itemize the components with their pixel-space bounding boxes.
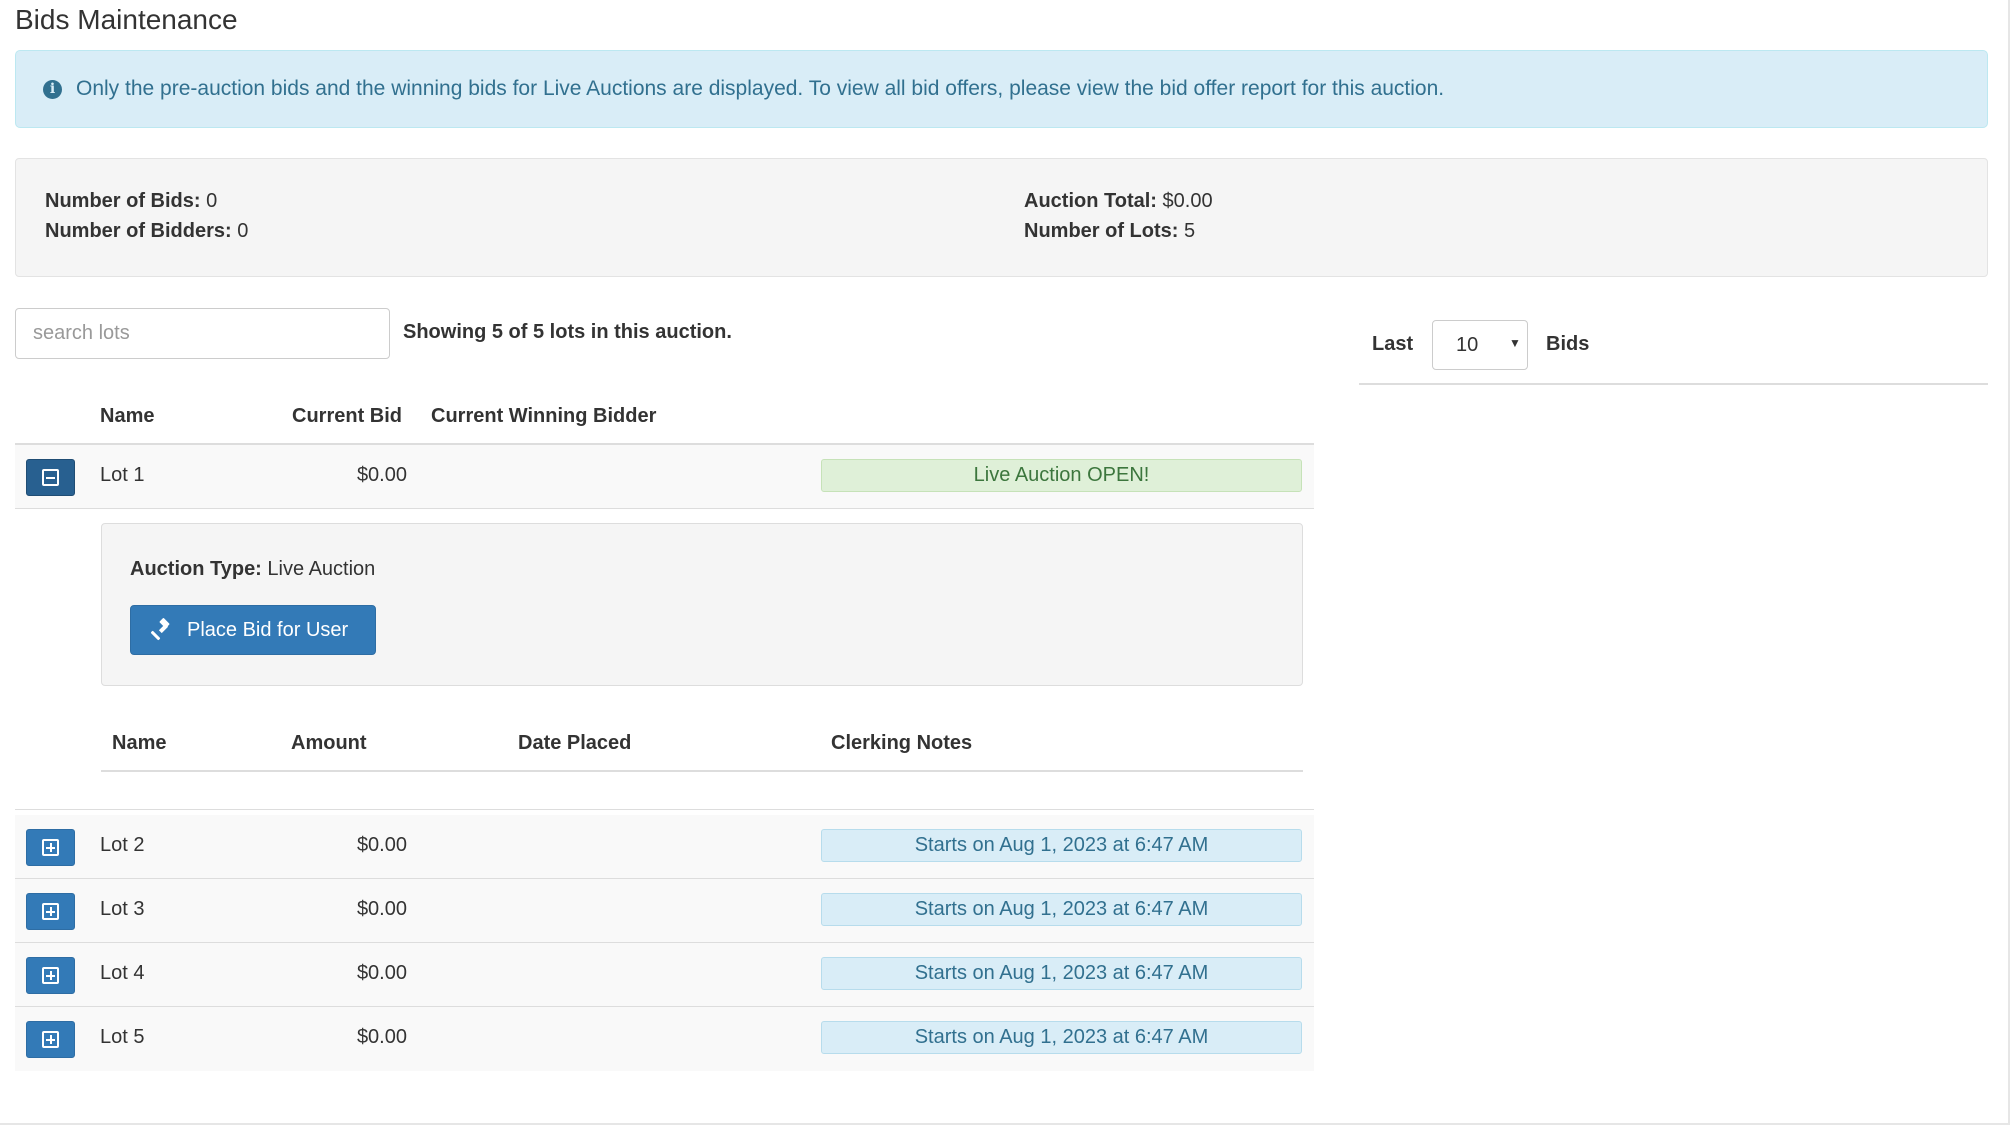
- col-header-current-bid[interactable]: Current Bid: [292, 405, 402, 428]
- lot-name: Lot 1: [100, 464, 145, 486]
- expand-lot-button[interactable]: [26, 1021, 75, 1058]
- col-header-name[interactable]: Name: [100, 405, 154, 428]
- bids-label: Bids: [1546, 333, 1590, 355]
- table-row: Lot 1 $0.00 Live Auction OPEN!: [15, 445, 1314, 509]
- table-row: Lot 3 $0.00 Starts on Aug 1, 2023 at 6:4…: [15, 879, 1314, 943]
- last-bids-selected-value: 10: [1456, 334, 1479, 356]
- plus-square-icon: [42, 839, 59, 856]
- lot-name: Lot 5: [100, 1026, 145, 1048]
- expand-lot-button[interactable]: [26, 957, 75, 994]
- expand-lot-button[interactable]: [26, 893, 75, 930]
- lot-status-badge: Starts on Aug 1, 2023 at 6:47 AM: [821, 1021, 1302, 1054]
- auction-total-value: $0.00: [1162, 190, 1213, 212]
- table-row: Lot 2 $0.00 Starts on Aug 1, 2023 at 6:4…: [15, 815, 1314, 879]
- auction-stats-panel: Number of Bids: 0 Number of Bidders: 0 A…: [15, 158, 1988, 277]
- auction-type: Auction Type: Live Auction: [130, 558, 375, 581]
- lot-current-bid: $0.00: [356, 962, 407, 984]
- collapse-lot-button[interactable]: [26, 459, 75, 496]
- search-lots-input[interactable]: [15, 308, 390, 359]
- caret-down-icon: ▼: [1509, 336, 1521, 350]
- lot-status-badge: Starts on Aug 1, 2023 at 6:47 AM: [821, 829, 1302, 862]
- lot-current-bid: $0.00: [356, 1026, 407, 1048]
- bids-col-header-clerking-notes[interactable]: Clerking Notes: [831, 732, 972, 755]
- lot-name: Lot 2: [100, 834, 145, 856]
- lot-detail-panel: Auction Type: Live Auction Place Bid for…: [101, 523, 1303, 686]
- info-alert-text: Only the pre-auction bids and the winnin…: [76, 77, 1445, 100]
- number-of-bidders-value: 0: [237, 220, 249, 242]
- info-circle-icon: i: [43, 79, 62, 99]
- lot-current-bid: $0.00: [356, 464, 407, 486]
- expand-lot-button[interactable]: [26, 829, 75, 866]
- auction-total: Auction Total: $0.00: [1024, 190, 1213, 213]
- plus-square-icon: [42, 967, 59, 984]
- plus-square-icon: [42, 1031, 59, 1048]
- number-of-bids-value: 0: [206, 190, 218, 212]
- table-row: Lot 5 $0.00 Starts on Aug 1, 2023 at 6:4…: [15, 1007, 1314, 1071]
- place-bid-for-user-button[interactable]: Place Bid for User: [130, 605, 376, 655]
- number-of-lots: Number of Lots: 5: [1024, 220, 1195, 243]
- place-bid-for-user-label: Place Bid for User: [187, 618, 349, 641]
- number-of-bids: Number of Bids: 0: [45, 190, 217, 213]
- lot-name: Lot 3: [100, 898, 145, 920]
- col-header-current-winning-bidder[interactable]: Current Winning Bidder: [431, 405, 656, 428]
- auction-type-label: Auction Type:: [130, 558, 262, 580]
- lot-status-badge: Starts on Aug 1, 2023 at 6:47 AM: [821, 893, 1302, 926]
- lot-name: Lot 4: [100, 962, 145, 984]
- bids-col-header-amount[interactable]: Amount: [291, 732, 367, 755]
- lot-status-badge: Live Auction OPEN!: [821, 459, 1302, 492]
- bids-maintenance-page: Bids Maintenance i Only the pre-auction …: [0, 0, 2016, 1134]
- table-row: Lot 4 $0.00 Starts on Aug 1, 2023 at 6:4…: [15, 943, 1314, 1007]
- lot-current-bid: $0.00: [356, 898, 407, 920]
- bids-col-header-date-placed[interactable]: Date Placed: [518, 732, 631, 755]
- lot-status-badge: Starts on Aug 1, 2023 at 6:47 AM: [821, 957, 1302, 990]
- last-bids-select[interactable]: 10 ▼: [1432, 320, 1528, 370]
- bids-table-header-border: [101, 770, 1303, 772]
- info-alert: i Only the pre-auction bids and the winn…: [15, 50, 1988, 128]
- page-title: Bids Maintenance: [15, 4, 238, 35]
- last-label: Last: [1372, 333, 1414, 355]
- minus-square-icon: [42, 469, 59, 486]
- auction-type-value: Live Auction: [267, 558, 376, 580]
- bids-col-header-name[interactable]: Name: [112, 732, 166, 755]
- number-of-bids-label: Number of Bids:: [45, 190, 201, 212]
- number-of-lots-label: Number of Lots:: [1024, 220, 1179, 242]
- auction-total-label: Auction Total:: [1024, 190, 1157, 212]
- lot-current-bid: $0.00: [356, 834, 407, 856]
- number-of-lots-value: 5: [1184, 220, 1196, 242]
- number-of-bidders: Number of Bidders: 0: [45, 220, 248, 243]
- recent-bids-divider: [1359, 383, 1988, 385]
- gavel-icon: [151, 618, 170, 641]
- number-of-bidders-label: Number of Bidders:: [45, 220, 232, 242]
- showing-lots-count: Showing 5 of 5 lots in this auction.: [403, 321, 732, 343]
- plus-square-icon: [42, 903, 59, 920]
